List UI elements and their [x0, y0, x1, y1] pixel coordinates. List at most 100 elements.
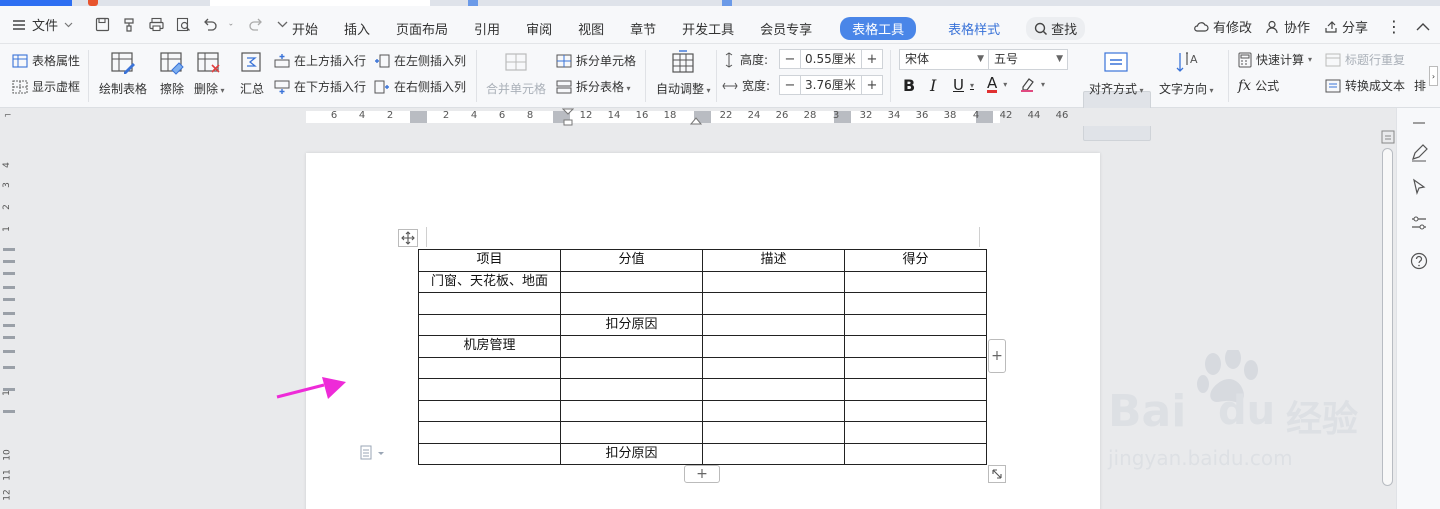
indent-marker-icon[interactable] — [562, 108, 574, 126]
table-cell[interactable] — [418, 442, 561, 465]
format-painter-icon[interactable] — [121, 16, 138, 33]
table-resize-handle[interactable] — [988, 465, 1006, 483]
split-table-button[interactable]: 拆分表格 ▾ — [556, 78, 631, 95]
more-menu-icon[interactable]: ⋮ — [1386, 17, 1402, 36]
print-icon[interactable] — [148, 16, 165, 33]
tab-table-tools[interactable]: 表格工具 — [840, 17, 917, 40]
tab-table-style[interactable]: 表格样式 — [948, 19, 1000, 38]
tab-sections[interactable]: 章节 — [630, 19, 656, 38]
show-gridlines-button[interactable]: 显示虚框 — [12, 78, 80, 95]
quick-calc-button[interactable]: 快速计算 ▾ — [1238, 51, 1312, 68]
file-menu-button[interactable]: 文件 — [12, 15, 73, 34]
col-width-input[interactable]: 3.76厘米 — [800, 76, 862, 94]
table-cell[interactable] — [702, 313, 845, 336]
scrollbar-thumb[interactable] — [1382, 148, 1393, 486]
document-table[interactable]: 项目 分值 描述 得分 门窗、天花板、地面 扣分原因 机房管理 扣分原因 — [418, 249, 987, 465]
table-cell[interactable]: 门窗、天花板、地面 — [418, 270, 561, 293]
tab-references[interactable]: 引用 — [474, 19, 500, 38]
table-cell[interactable] — [702, 399, 845, 422]
row-height-input[interactable]: 0.55厘米 — [800, 50, 862, 68]
bold-button[interactable]: B — [903, 76, 915, 95]
table-cell[interactable] — [844, 313, 987, 336]
table-cell[interactable] — [702, 270, 845, 293]
table-cell[interactable] — [560, 421, 703, 444]
table-cell[interactable] — [418, 378, 561, 401]
table-cell[interactable] — [560, 335, 703, 358]
vertical-ruler[interactable]: 4 3 2 1 1 10 11 12 — [0, 126, 18, 509]
table-cell[interactable] — [560, 292, 703, 315]
paragraph-layout-icon[interactable] — [360, 445, 388, 461]
underline-button[interactable]: U ▾ — [953, 76, 974, 94]
auto-fit-button[interactable]: 自动调整 ▾ — [656, 50, 711, 97]
customize-toolbar-icon[interactable] — [274, 16, 291, 33]
table-cell[interactable]: 得分 — [844, 249, 987, 272]
pen-icon[interactable] — [1410, 144, 1428, 162]
font-size-select[interactable]: 五号 ▼ — [988, 49, 1068, 70]
table-properties-button[interactable]: 表格属性 — [12, 52, 80, 69]
print-preview-icon[interactable] — [175, 16, 192, 33]
table-cell[interactable] — [844, 270, 987, 293]
text-direction-button[interactable]: A 文字方向 ▾ — [1159, 50, 1214, 97]
font-color-button[interactable]: A ▾ — [987, 76, 1007, 93]
table-cell[interactable] — [844, 442, 987, 465]
insert-col-left-button[interactable]: 在左侧插入列 — [374, 52, 466, 69]
table-cell[interactable] — [844, 378, 987, 401]
table-cell[interactable]: 机房管理 — [418, 335, 561, 358]
share-button[interactable]: 分享 — [1324, 17, 1368, 36]
ruler-cell-marker[interactable] — [410, 111, 427, 123]
increase-width-button[interactable]: + — [862, 76, 882, 94]
repeat-header-button[interactable]: 标题行重复 — [1325, 51, 1405, 68]
merge-cells-button[interactable]: 合并单元格 — [486, 50, 546, 97]
tab-home[interactable]: 开始 — [292, 19, 318, 38]
table-cell[interactable] — [418, 356, 561, 379]
table-cell[interactable] — [844, 292, 987, 315]
insert-col-right-button[interactable]: 在右侧插入列 — [374, 78, 466, 95]
table-cell[interactable] — [702, 292, 845, 315]
table-cell[interactable] — [418, 399, 561, 422]
tab-insert[interactable]: 插入 — [344, 19, 370, 38]
tab-page-layout[interactable]: 页面布局 — [396, 19, 448, 38]
table-cell[interactable] — [560, 399, 703, 422]
table-cell[interactable] — [702, 335, 845, 358]
tab-view[interactable]: 视图 — [578, 19, 604, 38]
table-cell[interactable]: 扣分原因 — [560, 313, 703, 336]
changes-button[interactable]: 有修改 — [1193, 17, 1252, 36]
collab-button[interactable]: 协作 — [1266, 17, 1310, 36]
increase-height-button[interactable]: + — [862, 50, 882, 68]
table-cell[interactable] — [560, 356, 703, 379]
table-cell[interactable] — [702, 378, 845, 401]
table-cell[interactable] — [560, 270, 703, 293]
sidebar-collapse-icon[interactable] — [1410, 114, 1428, 132]
table-cell[interactable] — [702, 442, 845, 465]
tab-developer[interactable]: 开发工具 — [682, 19, 734, 38]
table-move-handle[interactable] — [398, 229, 418, 247]
vertical-scrollbar[interactable] — [1380, 126, 1396, 509]
insert-row-below-button[interactable]: 在下方插入行 — [274, 78, 366, 95]
split-cells-button[interactable]: 拆分单元格 — [556, 52, 636, 69]
table-cell[interactable] — [560, 378, 703, 401]
row-height-spinner[interactable]: − 0.55厘米 + — [779, 49, 883, 69]
delete-button[interactable]: 删除 ▾ — [194, 50, 225, 97]
erase-button[interactable]: 擦除 — [158, 50, 186, 97]
add-column-button[interactable]: + — [988, 339, 1006, 373]
select-cursor-icon[interactable] — [1410, 178, 1428, 196]
adjust-settings-icon[interactable] — [1410, 214, 1428, 232]
summary-button[interactable]: 汇总 — [238, 50, 266, 97]
horizontal-ruler[interactable]: 6 4 2 2 4 6 8 12 14 16 18 22 24 26 28 3 … — [0, 108, 1440, 126]
table-cell[interactable] — [844, 356, 987, 379]
table-cell[interactable] — [418, 292, 561, 315]
decrease-width-button[interactable]: − — [780, 76, 800, 94]
table-cell[interactable]: 描述 — [702, 249, 845, 272]
collapse-ribbon-icon[interactable] — [1416, 22, 1430, 32]
insert-row-above-button[interactable]: 在上方插入行 — [274, 52, 366, 69]
table-cell[interactable] — [844, 399, 987, 422]
align-button[interactable]: 对齐方式 ▾ — [1089, 50, 1144, 97]
table-cell[interactable] — [844, 421, 987, 444]
table-cell[interactable]: 扣分原因 — [560, 442, 703, 465]
font-name-select[interactable]: 宋体 ▼ — [899, 49, 989, 70]
convert-to-text-button[interactable]: 转换成文本 — [1325, 77, 1405, 94]
file-menu[interactable]: 文件 — [12, 15, 73, 34]
add-row-button[interactable]: + — [684, 465, 720, 483]
tab-selector-icon[interactable]: ⌐ — [4, 111, 12, 121]
table-cell[interactable] — [702, 421, 845, 444]
